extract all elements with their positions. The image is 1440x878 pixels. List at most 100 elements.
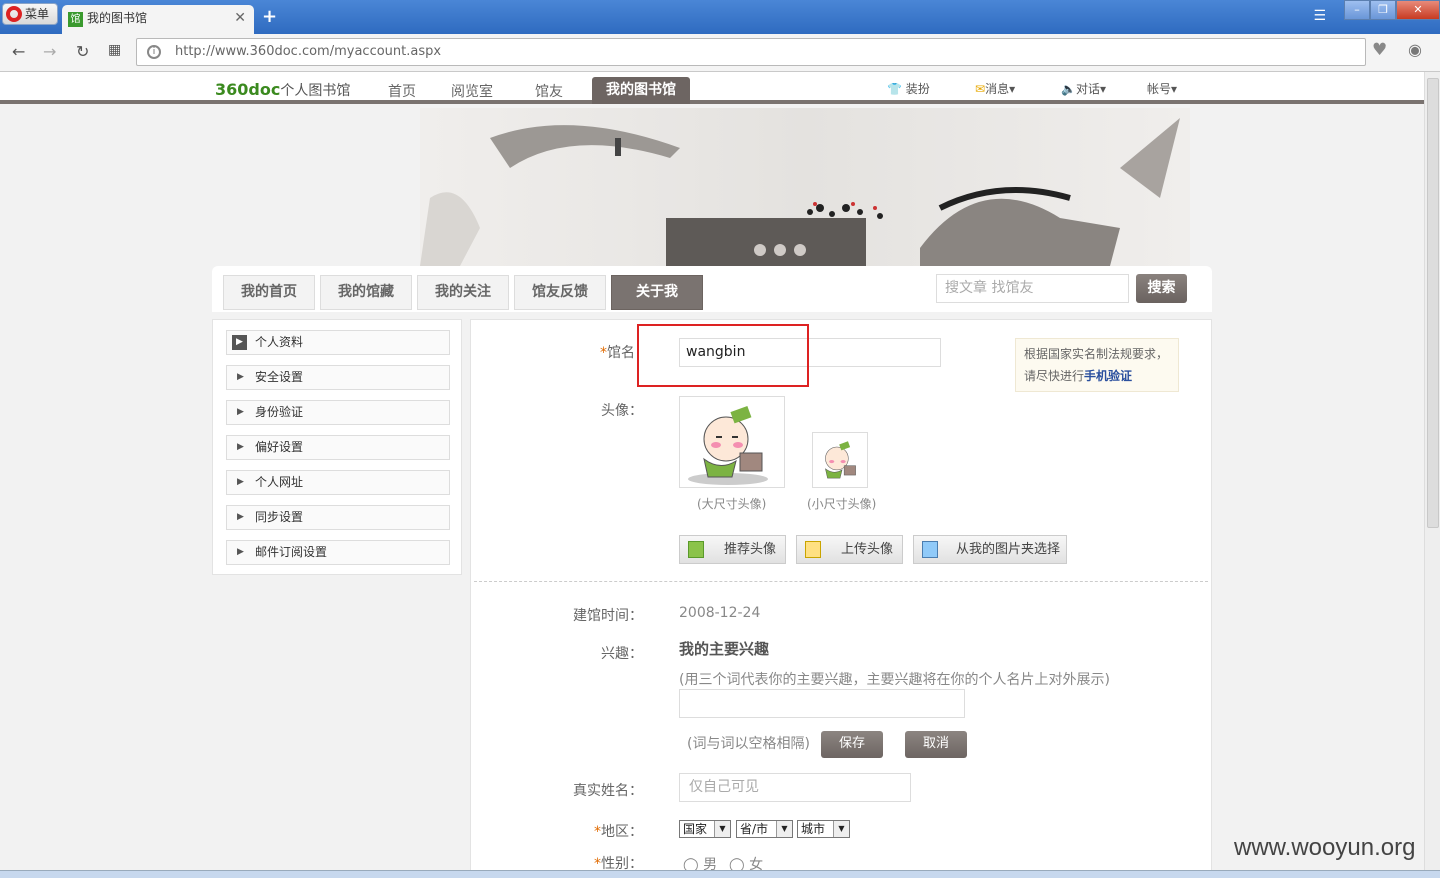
sidebar-item-label: 安全设置 xyxy=(255,370,304,384)
sidebar-item-label: 个人网址 xyxy=(255,475,304,489)
tab-my-collection[interactable]: 我的馆藏 xyxy=(320,275,412,310)
sidebar-item-personal-url[interactable]: ▶ 个人网址 xyxy=(226,470,450,495)
tab-my-home[interactable]: 我的首页 xyxy=(223,275,315,310)
account-icon[interactable]: ◉ xyxy=(1408,40,1430,62)
messages-link[interactable]: ✉消息▾ xyxy=(975,80,1015,97)
sidebar-item-security[interactable]: ▶ 安全设置 xyxy=(226,365,450,390)
sidebar-item-label: 邮件订阅设置 xyxy=(255,545,328,559)
os-taskbar xyxy=(0,870,1440,878)
album-label: 从我的图片夹选择 xyxy=(956,542,1061,557)
sidebar-item-preferences[interactable]: ▶ 偏好设置 xyxy=(226,435,450,460)
recommend-avatar-button[interactable]: 推荐头像 xyxy=(679,535,786,564)
tab-title: 我的图书馆 xyxy=(87,11,148,25)
nav-reading-room[interactable]: 阅览室 xyxy=(451,81,493,101)
speaker-icon: 🔈 xyxy=(1061,82,1076,96)
nav-friends[interactable]: 馆友 xyxy=(535,81,563,101)
notice-line2: 请尽快进行 xyxy=(1024,369,1085,383)
url-field[interactable]: i http://www.360doc.com/myaccount.aspx xyxy=(136,38,1366,66)
country-select[interactable]: 国家 ▼ xyxy=(679,820,731,838)
upload-label: 上传头像 xyxy=(841,542,894,557)
arrow-right-icon: ▶ xyxy=(237,372,244,382)
arrow-right-icon: ▶ xyxy=(237,407,244,417)
arrow-right-icon: ▶ xyxy=(237,512,244,522)
bookmark-heart-icon[interactable]: ♥ xyxy=(1372,40,1394,62)
created-date: 2008-12-24 xyxy=(679,605,761,621)
tab-menu-icon[interactable]: ☰ xyxy=(1313,8,1326,24)
sidebar-item-label: 偏好设置 xyxy=(255,440,304,454)
site-info-icon[interactable]: i xyxy=(147,45,161,59)
name-label: *馆名 xyxy=(600,345,635,361)
site-logo[interactable]: 360doc个人图书馆 xyxy=(215,80,350,100)
web-page: 360doc个人图书馆 首页 阅览室 馆友 我的图书馆 👕 装扮 ✉消息▾ 🔈对… xyxy=(0,72,1424,878)
region-label: *地区： xyxy=(594,824,643,840)
city-select[interactable]: 城市 ▼ xyxy=(797,820,850,838)
large-avatar xyxy=(679,396,785,488)
realname-input[interactable]: 仅自己可见 xyxy=(679,773,911,802)
sidebar-item-sync[interactable]: ▶ 同步设置 xyxy=(226,505,450,530)
notice-line1: 根据国家实名制法规要求， xyxy=(1024,347,1169,361)
reload-icon[interactable]: ↻ xyxy=(76,42,89,61)
address-bar: ← → ↻ ▦ i http://www.360doc.com/myaccoun… xyxy=(0,34,1440,72)
search-input[interactable]: 搜文章 找馆友 xyxy=(936,274,1129,303)
sidebar-item-profile[interactable]: ▶ 个人资料 xyxy=(226,330,450,355)
back-icon[interactable]: ← xyxy=(12,42,25,61)
interest-input[interactable] xyxy=(679,689,965,718)
settings-sidebar: ▶ 个人资料 ▶ 安全设置 ▶ 身份验证 ▶ 偏好设置 ▶ 个人网址 ▶ 同步设置 ▶ 邮件订… xyxy=(212,319,462,575)
tab-about-me[interactable]: 关于我 xyxy=(611,275,703,310)
forward-icon[interactable]: → xyxy=(43,42,56,61)
realname-label: 真实姓名： xyxy=(573,783,643,799)
nav-my-library[interactable]: 我的图书馆 xyxy=(592,77,690,104)
avatar-label: 头像： xyxy=(601,403,643,419)
arrow-right-icon: ▶ xyxy=(237,477,244,487)
dress-up-link[interactable]: 👕 装扮 xyxy=(887,80,930,97)
watermark: www.wooyun.org xyxy=(1234,834,1416,861)
restore-icon[interactable]: ❐ xyxy=(1370,0,1396,20)
chevron-down-icon: ▼ xyxy=(833,821,849,837)
speed-dial-icon[interactable]: ▦ xyxy=(108,42,121,58)
recommend-label: 推荐头像 xyxy=(724,542,777,557)
account-link[interactable]: 帐号▾ xyxy=(1147,80,1177,97)
upload-icon xyxy=(805,541,821,558)
minimize-icon[interactable]: – xyxy=(1344,0,1370,20)
profile-form: *馆名 wangbin 根据国家实名制法规要求， 请尽快进行手机验证 头像： (… xyxy=(470,319,1212,878)
large-avatar-caption: (大尺寸头像) xyxy=(697,497,767,511)
site-top-nav: 360doc个人图书馆 首页 阅览室 馆友 我的图书馆 👕 装扮 ✉消息▾ 🔈对… xyxy=(0,72,1424,104)
section-divider xyxy=(474,581,1208,582)
new-tab-icon[interactable]: + xyxy=(262,6,277,27)
sidebar-item-label: 同步设置 xyxy=(255,510,304,524)
cancel-button[interactable]: 取消 xyxy=(905,731,967,758)
sidebar-item-label: 个人资料 xyxy=(255,335,304,349)
window-close-icon[interactable]: ✕ xyxy=(1396,0,1440,20)
province-select[interactable]: 省/市 ▼ xyxy=(736,820,793,838)
choose-from-album-button[interactable]: 从我的图片夹选择 xyxy=(913,535,1067,564)
menu-label: 菜单 xyxy=(25,7,50,21)
small-avatar xyxy=(812,432,868,488)
phone-verify-link[interactable]: 手机验证 xyxy=(1084,369,1132,383)
close-tab-icon[interactable]: ✕ xyxy=(234,5,246,32)
envelope-icon: ✉ xyxy=(975,82,986,96)
browser-tab-bar: 菜单 馆 我的图书馆 ✕ + ☰ – ❐ ✕ xyxy=(0,0,1440,34)
search-button[interactable]: 搜索 xyxy=(1136,274,1187,303)
shirt-icon: 👕 xyxy=(887,82,902,96)
save-button[interactable]: 保存 xyxy=(821,731,883,758)
opera-menu-button[interactable]: 菜单 xyxy=(2,3,58,25)
nav-home[interactable]: 首页 xyxy=(388,81,416,101)
vertical-scrollbar[interactable] xyxy=(1424,72,1440,878)
sidebar-item-label: 身份验证 xyxy=(255,405,304,419)
sidebar-item-identity[interactable]: ▶ 身份验证 xyxy=(226,400,450,425)
tab-feedback[interactable]: 馆友反馈 xyxy=(514,275,606,310)
upload-avatar-button[interactable]: 上传头像 xyxy=(796,535,903,564)
chevron-down-icon: ▼ xyxy=(776,821,792,837)
tab-my-follows[interactable]: 我的关注 xyxy=(417,275,509,310)
opera-logo-icon xyxy=(6,6,22,22)
scrollbar-thumb[interactable] xyxy=(1427,78,1439,528)
profile-tabs: 我的首页 我的馆藏 我的关注 馆友反馈 关于我 搜文章 找馆友 搜索 xyxy=(212,266,1212,312)
created-label: 建馆时间： xyxy=(573,608,643,624)
tab-favicon-icon: 馆 xyxy=(68,12,83,27)
browser-tab[interactable]: 馆 我的图书馆 ✕ xyxy=(62,5,254,34)
chat-link[interactable]: 🔈对话▾ xyxy=(1061,80,1106,97)
interest-hint: (用三个词代表你的主要兴趣，主要兴趣将在你的个人名片上对外展示) xyxy=(679,672,1110,688)
chevron-down-icon: ▼ xyxy=(714,821,730,837)
sidebar-item-email-subscription[interactable]: ▶ 邮件订阅设置 xyxy=(226,540,450,565)
image-icon xyxy=(688,541,704,558)
